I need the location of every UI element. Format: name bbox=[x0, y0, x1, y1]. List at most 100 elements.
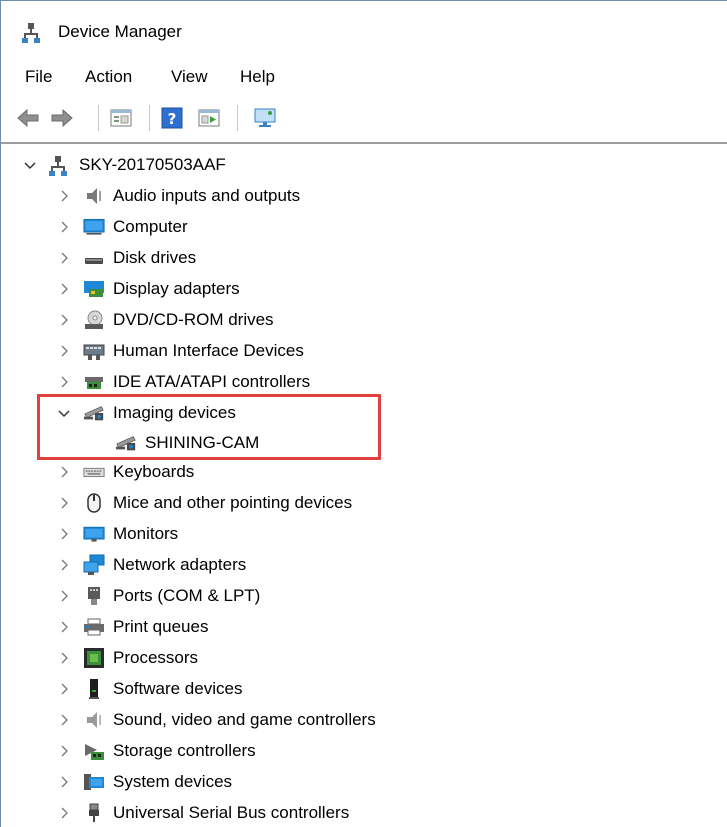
printer-icon bbox=[83, 616, 105, 638]
tree-item-label: Computer bbox=[113, 217, 188, 236]
chevron-right-icon[interactable] bbox=[57, 775, 71, 789]
toolbar: ? bbox=[1, 97, 727, 139]
disk-drive-icon bbox=[83, 247, 105, 269]
processor-icon bbox=[83, 647, 105, 669]
speaker-icon bbox=[83, 185, 105, 207]
chevron-right-icon[interactable] bbox=[57, 558, 71, 572]
chevron-right-icon[interactable] bbox=[57, 465, 71, 479]
chevron-right-icon[interactable] bbox=[57, 189, 71, 203]
computer-tree-icon bbox=[49, 154, 71, 176]
tree-item-label: Audio inputs and outputs bbox=[113, 186, 301, 205]
tree-root-label: SKY-20170503AAF bbox=[79, 155, 226, 174]
toolbar-divider bbox=[1, 142, 727, 144]
tree-item-sound-video-game[interactable]: Sound, video and game controllers bbox=[57, 706, 376, 734]
svg-text:?: ? bbox=[168, 110, 177, 128]
tree-item-ide-controllers[interactable]: IDE ATA/ATAPI controllers bbox=[57, 368, 310, 396]
menu-help[interactable]: Help bbox=[238, 67, 277, 87]
tree-item-label: Disk drives bbox=[113, 248, 197, 267]
update-driver-icon[interactable] bbox=[196, 105, 222, 131]
tree-item-audio[interactable]: Audio inputs and outputs bbox=[57, 182, 300, 210]
dvd-drive-icon bbox=[83, 309, 105, 331]
system-devices-icon bbox=[83, 771, 105, 793]
chevron-right-icon[interactable] bbox=[57, 620, 71, 634]
display-adapter-icon bbox=[83, 278, 105, 300]
tree-item-label: Print queues bbox=[113, 617, 209, 636]
chevron-right-icon[interactable] bbox=[57, 313, 71, 327]
tree-item-keyboards[interactable]: Keyboards bbox=[57, 458, 194, 486]
tree-item-label: Ports (COM & LPT) bbox=[113, 586, 261, 605]
toolbar-separator bbox=[149, 105, 150, 131]
chevron-right-icon[interactable] bbox=[57, 713, 71, 727]
tree-item-label: Processors bbox=[113, 648, 199, 667]
tree-item-label: Universal Serial Bus controllers bbox=[113, 803, 350, 822]
chevron-right-icon[interactable] bbox=[57, 282, 71, 296]
port-icon bbox=[83, 585, 105, 607]
tree-item-label: Storage controllers bbox=[113, 741, 256, 760]
tree-item-disk-drives[interactable]: Disk drives bbox=[57, 244, 196, 272]
tree-item-label: Mice and other pointing devices bbox=[113, 493, 353, 512]
ide-controller-icon bbox=[83, 371, 105, 393]
tree-item-monitors[interactable]: Monitors bbox=[57, 520, 178, 548]
tree-item-dvd-drives[interactable]: DVD/CD-ROM drives bbox=[57, 306, 274, 334]
tree-item-label: DVD/CD-ROM drives bbox=[113, 310, 274, 329]
tree-item-hid[interactable]: Human Interface Devices bbox=[57, 337, 304, 365]
chevron-right-icon[interactable] bbox=[57, 375, 71, 389]
tree-item-ports[interactable]: Ports (COM & LPT) bbox=[57, 582, 260, 610]
menu-action[interactable]: Action bbox=[83, 67, 134, 87]
menu-bar: File Action View Help bbox=[1, 61, 727, 93]
tree-item-display-adapters[interactable]: Display adapters bbox=[57, 275, 240, 303]
forward-icon[interactable] bbox=[49, 105, 75, 131]
tree-item-usb-controllers[interactable]: Universal Serial Bus controllers bbox=[57, 799, 349, 827]
chevron-down-icon[interactable] bbox=[23, 158, 37, 172]
tree-item-system-devices[interactable]: System devices bbox=[57, 768, 232, 796]
help-icon[interactable]: ? bbox=[159, 105, 185, 131]
menu-file[interactable]: File bbox=[23, 67, 54, 87]
chevron-right-icon[interactable] bbox=[57, 651, 71, 665]
toolbar-separator bbox=[98, 105, 99, 131]
tree-item-label: Human Interface Devices bbox=[113, 341, 304, 360]
tree-item-label: Sound, video and game controllers bbox=[113, 710, 376, 729]
tree-item-label: Network adapters bbox=[113, 555, 247, 574]
back-icon[interactable] bbox=[15, 105, 41, 131]
software-device-icon bbox=[83, 678, 105, 700]
sound-icon bbox=[83, 709, 105, 731]
tree-item-label: Keyboards bbox=[113, 462, 195, 481]
properties-icon[interactable] bbox=[108, 105, 134, 131]
tree-item-label: Monitors bbox=[113, 524, 179, 543]
chevron-right-icon[interactable] bbox=[57, 251, 71, 265]
window-title: Device Manager bbox=[58, 22, 182, 41]
chevron-right-icon[interactable] bbox=[57, 806, 71, 820]
tree-item-network-adapters[interactable]: Network adapters bbox=[57, 551, 246, 579]
chevron-right-icon[interactable] bbox=[57, 527, 71, 541]
chevron-right-icon[interactable] bbox=[57, 344, 71, 358]
tree-item-print-queues[interactable]: Print queues bbox=[57, 613, 208, 641]
tree-root[interactable]: SKY-20170503AAF bbox=[23, 151, 226, 179]
tree-item-label: Display adapters bbox=[113, 279, 240, 298]
usb-icon bbox=[83, 802, 105, 824]
mouse-icon bbox=[83, 492, 105, 514]
menu-view[interactable]: View bbox=[169, 67, 210, 87]
tree-item-computer[interactable]: Computer bbox=[57, 213, 188, 241]
title-bar: Device Manager bbox=[1, 1, 727, 57]
monitor-icon bbox=[83, 523, 105, 545]
tree-item-software-devices[interactable]: Software devices bbox=[57, 675, 242, 703]
chevron-right-icon[interactable] bbox=[57, 744, 71, 758]
chevron-right-icon[interactable] bbox=[57, 496, 71, 510]
tree-item-label: IDE ATA/ATAPI controllers bbox=[113, 372, 311, 391]
storage-icon bbox=[83, 740, 105, 762]
chevron-right-icon[interactable] bbox=[57, 220, 71, 234]
hid-icon bbox=[83, 340, 105, 362]
keyboard-icon bbox=[83, 461, 105, 483]
tree-item-mice[interactable]: Mice and other pointing devices bbox=[57, 489, 352, 517]
device-manager-window: Device Manager File Action View Help ? S… bbox=[0, 0, 727, 827]
computer-icon bbox=[83, 216, 105, 238]
tree-item-storage-controllers[interactable]: Storage controllers bbox=[57, 737, 256, 765]
monitor-icon[interactable] bbox=[252, 105, 278, 131]
highlight-annotation bbox=[37, 394, 381, 460]
toolbar-separator bbox=[237, 105, 238, 131]
tree-item-processors[interactable]: Processors bbox=[57, 644, 198, 672]
chevron-right-icon[interactable] bbox=[57, 589, 71, 603]
device-manager-icon bbox=[22, 21, 44, 43]
chevron-right-icon[interactable] bbox=[57, 682, 71, 696]
tree-item-label: System devices bbox=[113, 772, 233, 791]
